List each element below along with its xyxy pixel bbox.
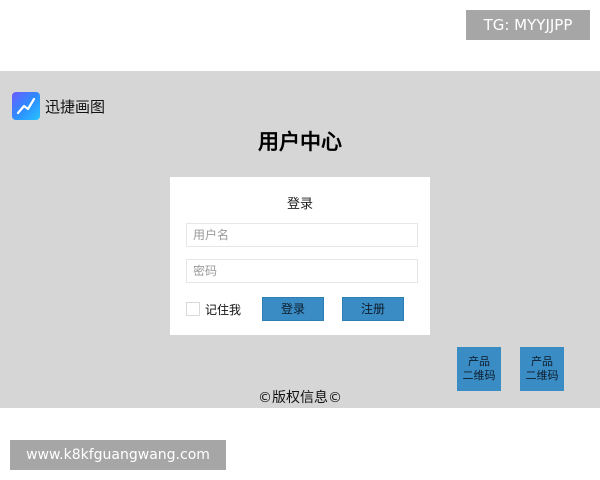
url-watermark-badge: www.k8kfguangwang.com	[10, 440, 226, 470]
qr-label-line1: 产品	[468, 355, 490, 368]
product-qr-code[interactable]: 产品 二维码	[520, 347, 564, 391]
product-qr-code[interactable]: 产品 二维码	[457, 347, 501, 391]
login-button[interactable]: 登录	[262, 297, 324, 321]
app-frame: 迅捷画图 用户中心 登录 记住我 登录 注册 产品 二维码 产品 二维码 ©版权…	[0, 71, 600, 408]
logo[interactable]: 迅捷画图	[12, 91, 105, 121]
register-button[interactable]: 注册	[342, 297, 404, 321]
qr-label-line1: 产品	[531, 355, 553, 368]
qr-label-line2: 二维码	[462, 369, 496, 382]
logo-text: 迅捷画图	[45, 97, 106, 116]
remember-me-checkbox[interactable]	[186, 302, 200, 316]
remember-me-label: 记住我	[205, 303, 242, 317]
page: TG: MYYJJPP 迅捷画图 用户中心 登录 记住我 登录 注册 产品 二维…	[0, 0, 600, 480]
username-input[interactable]	[186, 223, 418, 247]
page-title: 用户中心	[258, 130, 342, 154]
tg-watermark-badge: TG: MYYJJPP	[466, 10, 590, 40]
password-input[interactable]	[186, 259, 418, 283]
login-card: 登录 记住我 登录 注册	[170, 177, 430, 335]
trend-line-icon	[12, 92, 40, 120]
qr-label-line2: 二维码	[525, 369, 559, 382]
copyright-text: ©版权信息©	[258, 390, 342, 406]
login-title: 登录	[286, 197, 313, 212]
